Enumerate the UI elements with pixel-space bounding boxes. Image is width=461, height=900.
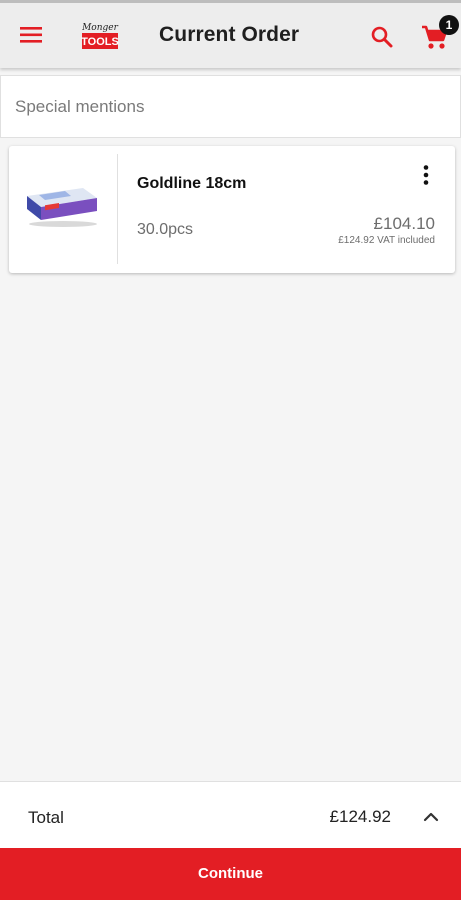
- top-app-bar: Monger TOOLS Current Order 1: [0, 0, 461, 68]
- more-options-icon[interactable]: [419, 164, 433, 186]
- item-price-vat: £124.92 VAT included: [338, 235, 435, 246]
- special-mentions-input[interactable]: [1, 76, 460, 137]
- logo-text-top: Monger: [81, 23, 119, 33]
- page-title: Current Order: [159, 23, 300, 46]
- cart-count-badge: 1: [439, 15, 459, 35]
- item-quantity: 30.0pcs: [137, 221, 194, 238]
- order-item-card[interactable]: Goldline 18cm 30.0pcs £104.10 £124.92 VA…: [9, 146, 455, 273]
- card-divider: [117, 154, 118, 264]
- logo-text-bottom: TOOLS: [81, 36, 119, 48]
- search-icon[interactable]: [369, 24, 395, 50]
- special-mentions-field: [0, 75, 461, 138]
- monger-tools-logo: Monger TOOLS: [80, 20, 120, 52]
- hamburger-menu-icon[interactable]: [18, 23, 46, 47]
- total-label: Total: [28, 808, 64, 827]
- product-thumbnail: [21, 176, 103, 230]
- item-price: £104.10: [373, 214, 435, 233]
- item-name: Goldline 18cm: [137, 175, 247, 192]
- continue-button[interactable]: Continue: [0, 848, 461, 900]
- total-value: £124.92: [329, 807, 391, 826]
- chevron-up-icon[interactable]: [420, 806, 442, 828]
